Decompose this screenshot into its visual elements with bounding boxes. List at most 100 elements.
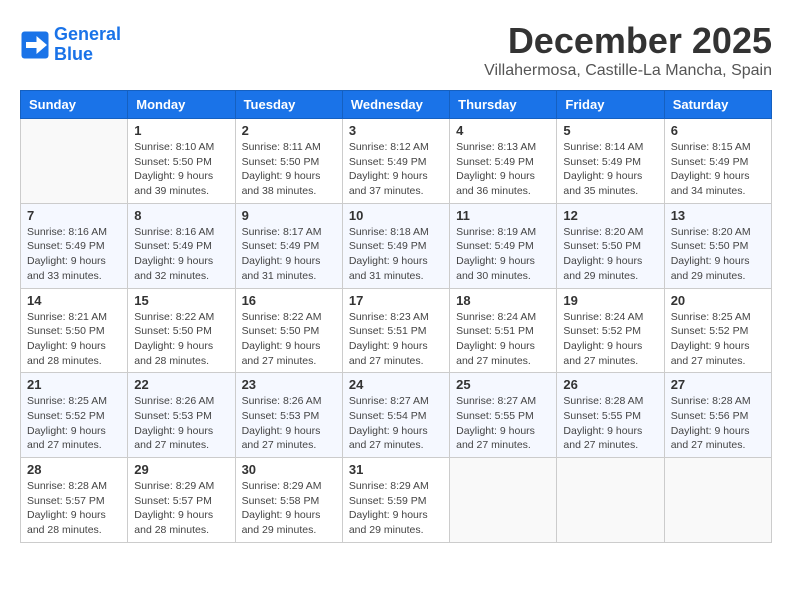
calendar-cell: [450, 458, 557, 543]
day-info: Sunrise: 8:19 AMSunset: 5:49 PMDaylight:…: [456, 225, 550, 284]
calendar-cell: 2 Sunrise: 8:11 AMSunset: 5:50 PMDaylight…: [235, 119, 342, 204]
day-number: 12: [563, 208, 657, 223]
day-info: Sunrise: 8:26 AMSunset: 5:53 PMDaylight:…: [134, 394, 228, 453]
day-number: 1: [134, 123, 228, 138]
day-info: Sunrise: 8:29 AMSunset: 5:58 PMDaylight:…: [242, 479, 336, 538]
calendar-cell: 9Sunrise: 8:17 AMSunset: 5:49 PMDaylight…: [235, 203, 342, 288]
day-number: 3: [349, 123, 443, 138]
logo: General Blue: [20, 25, 121, 65]
day-info: Sunrise: 8:16 AMSunset: 5:49 PMDaylight:…: [134, 225, 228, 284]
day-number: 4: [456, 123, 550, 138]
day-number: 11: [456, 208, 550, 223]
day-number: 10: [349, 208, 443, 223]
calendar-cell: 14 Sunrise: 8:21 AMSunset: 5:50 PMDayligh…: [21, 288, 128, 373]
day-number: 19: [563, 293, 657, 308]
calendar-cell: 15Sunrise: 8:22 AMSunset: 5:50 PMDayligh…: [128, 288, 235, 373]
calendar-cell: 28 Sunrise: 8:28 AMSunset: 5:57 PMDayligh…: [21, 458, 128, 543]
day-info: Sunrise: 8:17 AMSunset: 5:49 PMDaylight:…: [242, 225, 336, 284]
day-info: Sunrise: 8:25 AMSunset: 5:52 PMDaylight:…: [671, 310, 765, 369]
title-section: December 2025 Villahermosa, Castille-La …: [484, 20, 772, 80]
calendar-cell: 16 Sunrise: 8:22 AMSunset: 5:50 PMDayligh…: [235, 288, 342, 373]
day-number: 16: [242, 293, 336, 308]
calendar-cell: 18 Sunrise: 8:24 AMSunset: 5:51 PMDayligh…: [450, 288, 557, 373]
calendar-cell: 4 Sunrise: 8:13 AMSunset: 5:49 PMDaylight…: [450, 119, 557, 204]
calendar-cell: 30 Sunrise: 8:29 AMSunset: 5:58 PMDayligh…: [235, 458, 342, 543]
day-headers-row: SundayMondayTuesdayWednesdayThursdayFrid…: [21, 91, 772, 119]
day-info: Sunrise: 8:25 AMSunset: 5:52 PMDaylight:…: [27, 394, 121, 453]
day-number: 27: [671, 377, 765, 392]
day-info: Sunrise: 8:21 AMSunset: 5:50 PMDaylight:…: [27, 310, 121, 369]
main-title: December 2025: [484, 20, 772, 62]
day-info: Sunrise: 8:29 AMSunset: 5:57 PMDaylight:…: [134, 479, 228, 538]
day-header-tuesday: Tuesday: [235, 91, 342, 119]
calendar-cell: 24 Sunrise: 8:27 AMSunset: 5:54 PMDayligh…: [342, 373, 449, 458]
day-number: 13: [671, 208, 765, 223]
day-number: 22: [134, 377, 228, 392]
day-info: Sunrise: 8:20 AMSunset: 5:50 PMDaylight:…: [563, 225, 657, 284]
day-number: 20: [671, 293, 765, 308]
calendar-week-2: 7 Sunrise: 8:16 AMSunset: 5:49 PMDaylight…: [21, 203, 772, 288]
calendar-week-1: 1 Sunrise: 8:10 AMSunset: 5:50 PMDaylight…: [21, 119, 772, 204]
calendar-cell: 5 Sunrise: 8:14 AMSunset: 5:49 PMDaylight…: [557, 119, 664, 204]
day-number: 26: [563, 377, 657, 392]
calendar-week-3: 14 Sunrise: 8:21 AMSunset: 5:50 PMDayligh…: [21, 288, 772, 373]
calendar-week-5: 28 Sunrise: 8:28 AMSunset: 5:57 PMDayligh…: [21, 458, 772, 543]
day-info: Sunrise: 8:12 AMSunset: 5:49 PMDaylight:…: [349, 140, 443, 199]
day-number: 24: [349, 377, 443, 392]
day-number: 7: [27, 208, 121, 223]
calendar-table: SundayMondayTuesdayWednesdayThursdayFrid…: [20, 90, 772, 543]
calendar-cell: 26 Sunrise: 8:28 AMSunset: 5:55 PMDayligh…: [557, 373, 664, 458]
calendar-cell: 7 Sunrise: 8:16 AMSunset: 5:49 PMDaylight…: [21, 203, 128, 288]
day-header-wednesday: Wednesday: [342, 91, 449, 119]
day-number: 5: [563, 123, 657, 138]
calendar-cell: 13 Sunrise: 8:20 AMSunset: 5:50 PMDayligh…: [664, 203, 771, 288]
day-number: 2: [242, 123, 336, 138]
calendar-cell: 1 Sunrise: 8:10 AMSunset: 5:50 PMDaylight…: [128, 119, 235, 204]
calendar-cell: 6 Sunrise: 8:15 AMSunset: 5:49 PMDaylight…: [664, 119, 771, 204]
day-header-monday: Monday: [128, 91, 235, 119]
day-info: Sunrise: 8:23 AMSunset: 5:51 PMDaylight:…: [349, 310, 443, 369]
day-number: 28: [27, 462, 121, 477]
day-info: Sunrise: 8:28 AMSunset: 5:57 PMDaylight:…: [27, 479, 121, 538]
day-number: 18: [456, 293, 550, 308]
calendar-week-4: 21 Sunrise: 8:25 AMSunset: 5:52 PMDayligh…: [21, 373, 772, 458]
day-header-sunday: Sunday: [21, 91, 128, 119]
day-number: 8: [134, 208, 228, 223]
day-number: 14: [27, 293, 121, 308]
day-info: Sunrise: 8:10 AMSunset: 5:50 PMDaylight:…: [134, 140, 228, 199]
calendar-cell: 8 Sunrise: 8:16 AMSunset: 5:49 PMDaylight…: [128, 203, 235, 288]
day-info: Sunrise: 8:27 AMSunset: 5:54 PMDaylight:…: [349, 394, 443, 453]
day-info: Sunrise: 8:13 AMSunset: 5:49 PMDaylight:…: [456, 140, 550, 199]
calendar-cell: 22 Sunrise: 8:26 AMSunset: 5:53 PMDayligh…: [128, 373, 235, 458]
logo-icon: [20, 30, 50, 60]
calendar-cell: 10Sunrise: 8:18 AMSunset: 5:49 PMDayligh…: [342, 203, 449, 288]
calendar-cell: 17 Sunrise: 8:23 AMSunset: 5:51 PMDayligh…: [342, 288, 449, 373]
calendar-cell: 25Sunrise: 8:27 AMSunset: 5:55 PMDayligh…: [450, 373, 557, 458]
day-info: Sunrise: 8:22 AMSunset: 5:50 PMDaylight:…: [242, 310, 336, 369]
day-info: Sunrise: 8:26 AMSunset: 5:53 PMDaylight:…: [242, 394, 336, 453]
logo-text: General Blue: [54, 25, 121, 65]
calendar-cell: 11 Sunrise: 8:19 AMSunset: 5:49 PMDayligh…: [450, 203, 557, 288]
calendar-cell: 21 Sunrise: 8:25 AMSunset: 5:52 PMDayligh…: [21, 373, 128, 458]
day-number: 6: [671, 123, 765, 138]
day-info: Sunrise: 8:14 AMSunset: 5:49 PMDaylight:…: [563, 140, 657, 199]
day-info: Sunrise: 8:16 AMSunset: 5:49 PMDaylight:…: [27, 225, 121, 284]
calendar-cell: 29Sunrise: 8:29 AMSunset: 5:57 PMDayligh…: [128, 458, 235, 543]
calendar-cell: 27 Sunrise: 8:28 AMSunset: 5:56 PMDayligh…: [664, 373, 771, 458]
day-info: Sunrise: 8:24 AMSunset: 5:51 PMDaylight:…: [456, 310, 550, 369]
calendar-cell: 12 Sunrise: 8:20 AMSunset: 5:50 PMDayligh…: [557, 203, 664, 288]
day-info: Sunrise: 8:11 AMSunset: 5:50 PMDaylight:…: [242, 140, 336, 199]
calendar-cell: 31Sunrise: 8:29 AMSunset: 5:59 PMDayligh…: [342, 458, 449, 543]
day-info: Sunrise: 8:20 AMSunset: 5:50 PMDaylight:…: [671, 225, 765, 284]
day-info: Sunrise: 8:15 AMSunset: 5:49 PMDaylight:…: [671, 140, 765, 199]
header: General Blue December 2025 Villahermosa,…: [20, 20, 772, 80]
day-info: Sunrise: 8:28 AMSunset: 5:55 PMDaylight:…: [563, 394, 657, 453]
day-number: 25: [456, 377, 550, 392]
calendar-cell: 23Sunrise: 8:26 AMSunset: 5:53 PMDayligh…: [235, 373, 342, 458]
day-number: 17: [349, 293, 443, 308]
calendar-cell: 3 Sunrise: 8:12 AMSunset: 5:49 PMDaylight…: [342, 119, 449, 204]
day-info: Sunrise: 8:24 AMSunset: 5:52 PMDaylight:…: [563, 310, 657, 369]
day-number: 21: [27, 377, 121, 392]
day-number: 30: [242, 462, 336, 477]
day-info: Sunrise: 8:28 AMSunset: 5:56 PMDaylight:…: [671, 394, 765, 453]
